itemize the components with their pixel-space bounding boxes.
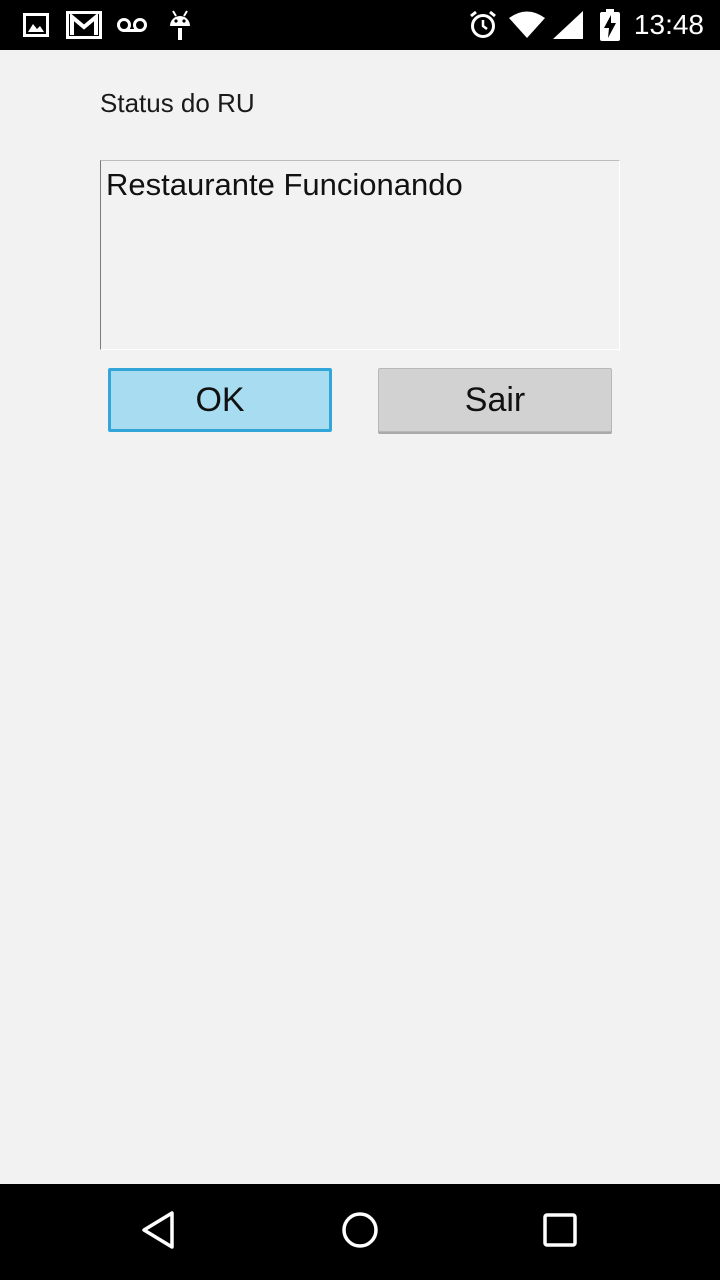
back-button[interactable] [130,1202,190,1262]
status-text: Restaurante Funcionando [106,167,463,202]
status-bar: 13:48 [0,0,720,50]
voicemail-icon [116,9,148,41]
status-clock: 13:48 [633,9,704,40]
image-icon [22,9,50,41]
ok-button-label: OK [195,380,245,419]
android-icon [166,9,194,41]
alarm-icon [468,9,498,41]
signal-icon [552,9,584,41]
navigation-bar [0,1184,720,1280]
recents-button[interactable] [530,1202,590,1262]
screen-title: Status do RU [100,88,255,118]
wifi-icon [508,9,546,41]
exit-button-label: Sair [464,380,526,419]
battery-charging-icon [598,9,622,41]
exit-button[interactable]: Sair [378,368,612,432]
gmail-icon [66,9,102,41]
status-text-area[interactable]: Restaurante Funcionando [100,160,620,350]
ok-button[interactable]: OK [108,368,332,432]
home-icon [340,1210,380,1255]
back-icon [140,1210,180,1255]
recents-icon [540,1210,580,1255]
home-button[interactable] [330,1202,390,1262]
main-content: Status do RU Restaurante Funcionando OK … [0,50,720,1184]
